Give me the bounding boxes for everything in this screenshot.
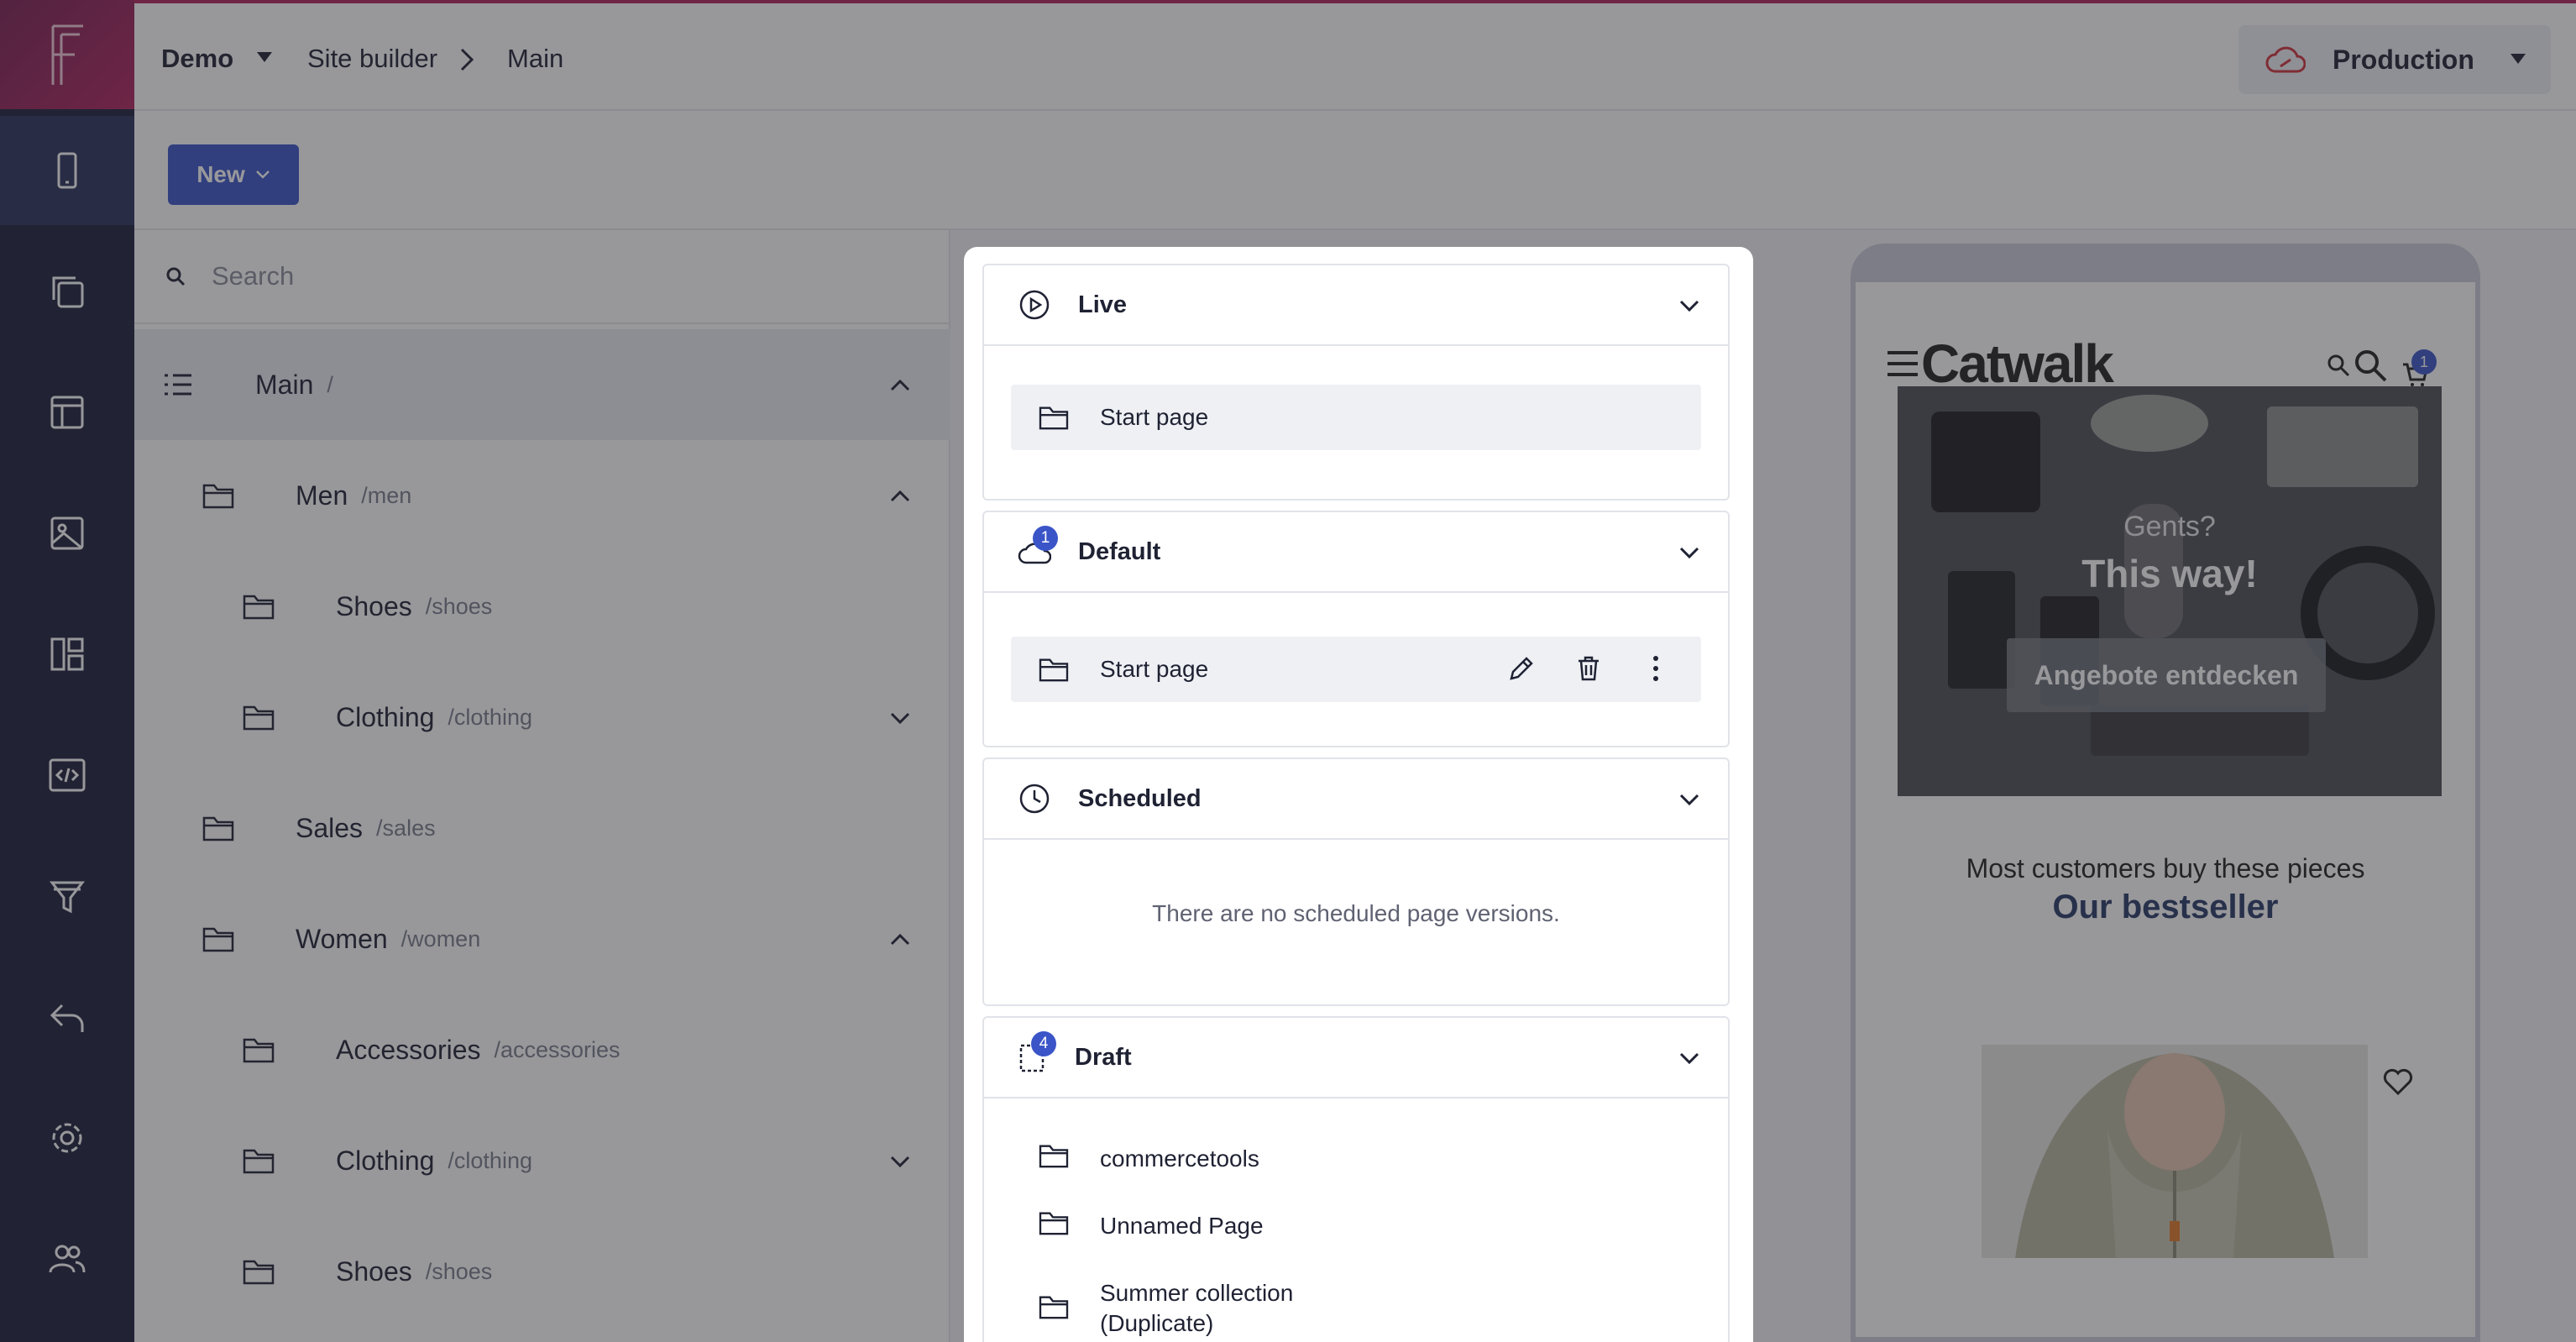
- draft-section-header[interactable]: 4 Draft: [984, 1018, 1728, 1098]
- default-section: 1 Default Start page: [982, 511, 1730, 747]
- scheduled-section: Scheduled There are no scheduled page ve…: [982, 757, 1730, 1006]
- folder-icon: [1039, 1212, 1069, 1235]
- draft-page-item[interactable]: Unnamed Page: [1011, 1209, 1701, 1241]
- folder-icon: [1039, 406, 1069, 430]
- page-item-label-line: (Duplicate): [1100, 1310, 1214, 1336]
- draft-section: 4 Draft commercetools Unnamed Page Summe…: [982, 1016, 1730, 1342]
- page-item-label-line: Summer collection: [1100, 1280, 1294, 1306]
- default-page-item[interactable]: Start page: [1011, 637, 1701, 702]
- page-versions-panel: Live Start page 1 Default Start page Sch…: [964, 247, 1753, 1342]
- live-section-title: Live: [1078, 291, 1128, 318]
- folder-icon: [1039, 1145, 1069, 1168]
- chevron-down-icon[interactable]: [1678, 294, 1701, 317]
- chevron-down-icon[interactable]: [1678, 1046, 1701, 1070]
- play-circle-icon: [1019, 290, 1050, 320]
- scheduled-section-title: Scheduled: [1078, 784, 1202, 812]
- pencil-icon[interactable]: [1506, 653, 1537, 684]
- default-count-badge: 1: [1033, 526, 1058, 551]
- default-section-title: Default: [1078, 537, 1161, 565]
- draft-page-item[interactable]: Summer collection (Duplicate): [1011, 1276, 1701, 1339]
- page-item-label: Summer collection (Duplicate): [1100, 1278, 1293, 1339]
- default-section-header[interactable]: 1 Default: [984, 512, 1728, 593]
- more-vertical-icon[interactable]: [1641, 653, 1671, 684]
- clock-icon: [1019, 784, 1050, 814]
- draft-section-title: Draft: [1075, 1043, 1132, 1071]
- folder-icon: [1039, 1296, 1069, 1319]
- draft-page-item[interactable]: commercetools: [1011, 1142, 1701, 1174]
- page-item-label: commercetools: [1100, 1145, 1259, 1172]
- draft-count-badge: 4: [1031, 1031, 1056, 1056]
- scheduled-section-header[interactable]: Scheduled: [984, 759, 1728, 840]
- chevron-down-icon[interactable]: [1678, 788, 1701, 811]
- live-page-item[interactable]: Start page: [1011, 385, 1701, 450]
- folder-icon: [1039, 658, 1069, 682]
- trash-icon[interactable]: [1573, 653, 1604, 684]
- page-item-label: Start page: [1100, 404, 1209, 430]
- page-item-label: Start page: [1100, 656, 1209, 682]
- page-item-label: Unnamed Page: [1100, 1213, 1264, 1239]
- live-section: Live Start page: [982, 264, 1730, 501]
- live-section-header[interactable]: Live: [984, 265, 1728, 346]
- scheduled-empty-message: There are no scheduled page versions.: [1152, 900, 1560, 926]
- chevron-down-icon[interactable]: [1678, 541, 1701, 564]
